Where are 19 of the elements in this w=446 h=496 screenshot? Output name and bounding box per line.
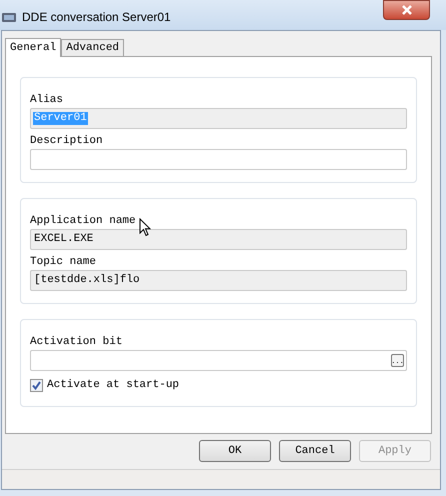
checkbox-label: Activate at start-up bbox=[47, 378, 180, 393]
pointer-icon bbox=[139, 218, 151, 237]
input-field[interactable]: [testdde.xls]flo bbox=[30, 270, 407, 291]
dialog-button[interactable]: Cancel bbox=[279, 440, 351, 462]
input-field[interactable]: EXCEL.EXE bbox=[30, 229, 407, 250]
close-button[interactable] bbox=[383, 0, 430, 20]
tab[interactable]: Advanced bbox=[61, 39, 124, 56]
field-label: Alias bbox=[30, 93, 64, 108]
close-icon bbox=[400, 5, 412, 15]
field-label: Application name bbox=[30, 214, 136, 229]
input-field[interactable] bbox=[30, 149, 407, 170]
window-title: DDE conversation Server01 bbox=[22, 9, 171, 26]
checkbox[interactable] bbox=[30, 378, 43, 392]
tab[interactable]: General bbox=[5, 38, 62, 57]
field-label: Activation bit bbox=[30, 335, 122, 350]
field-label: Description bbox=[30, 134, 103, 149]
field-label: Topic name bbox=[30, 255, 96, 270]
app-icon bbox=[2, 11, 16, 23]
dialog-button[interactable]: OK bbox=[199, 440, 271, 462]
